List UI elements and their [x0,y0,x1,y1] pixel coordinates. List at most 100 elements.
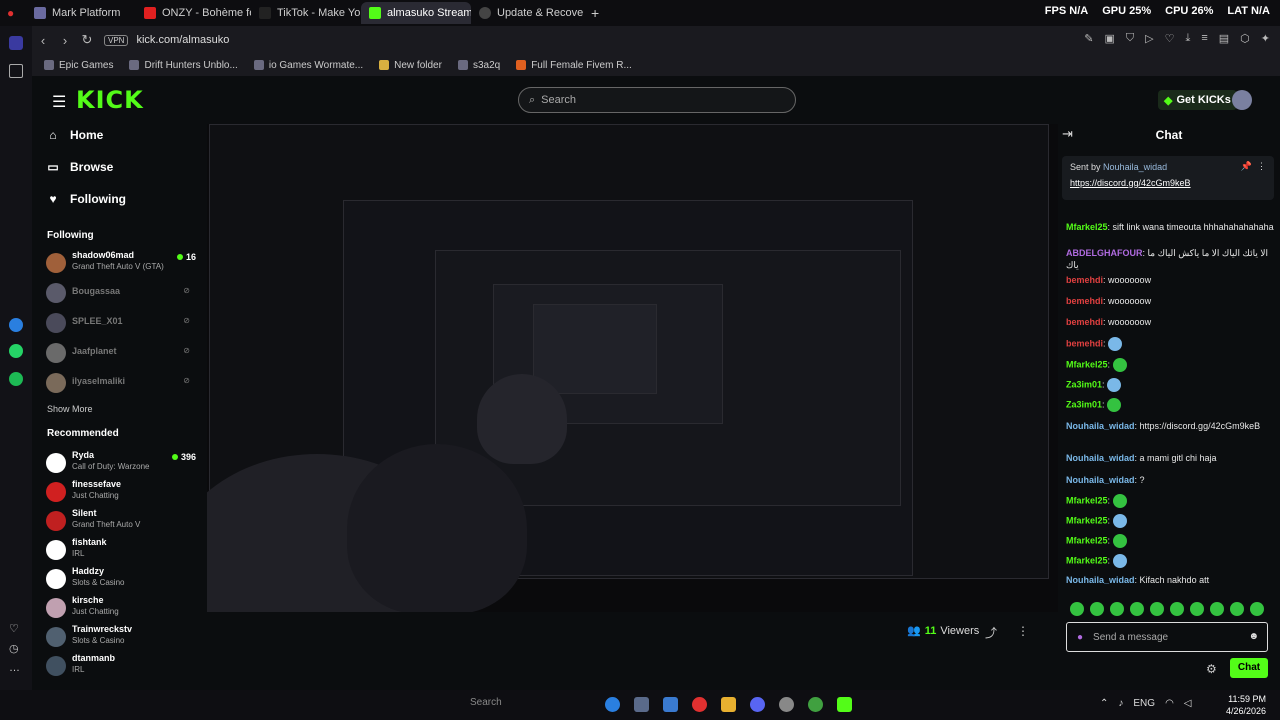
following-channel[interactable]: shadow06mad Grand Theft Auto V (GTA) 16 [46,250,202,276]
wifi-icon[interactable]: ◠ [1165,698,1174,709]
recommended-channel[interactable]: dtanmanb IRL [46,653,202,679]
bookmark-item[interactable]: Epic Games [44,60,113,71]
video-player[interactable] [207,124,1058,612]
nav-browse[interactable]: ▭ Browse [46,160,113,174]
chat-username[interactable]: Mfarkel25 [1066,535,1108,545]
recommended-channel[interactable]: Trainwreckstv Slots & Casino [46,624,202,650]
store-icon[interactable] [634,697,649,712]
chat-username[interactable]: bemehdi [1066,275,1103,285]
discord-icon[interactable] [750,697,765,712]
chat-settings-icon[interactable]: ⚙ [1206,662,1217,676]
recommended-channel[interactable]: Haddzy Slots & Casino [46,566,202,592]
spotify-icon[interactable] [9,372,23,386]
menu-icon[interactable]: ≡ [1201,32,1207,45]
xbox-icon[interactable] [808,697,823,712]
hamburger-menu-icon[interactable]: ☰ [52,92,66,112]
emote-icon[interactable] [1130,602,1144,616]
following-channel[interactable]: ilyaselmaliki ⊘ [46,370,202,396]
browser-menu[interactable]: ● [0,2,26,24]
extensions-icon[interactable]: ⬡ [1240,32,1250,45]
kick-logo[interactable]: KICK [76,86,144,114]
bookmark-item[interactable]: Drift Hunters Unblo... [129,60,238,71]
chat-username[interactable]: Nouhaila_widad [1066,453,1135,463]
bookmark-item[interactable]: s3a2q [457,60,500,71]
aria-icon[interactable]: ✦ [1261,32,1270,45]
edge-icon[interactable] [605,697,620,712]
chat-username[interactable]: ABDELGHAFOUR [1066,248,1143,258]
chat-username[interactable]: Mfarkel25 [1066,495,1108,505]
recommended-channel[interactable]: fishtank IRL [46,537,202,563]
recommended-channel[interactable]: Silent Grand Theft Auto V [46,508,202,534]
following-channel[interactable]: Jaafplanet ⊘ [46,340,202,366]
emote-icon[interactable] [1110,602,1124,616]
emote-icon[interactable] [1250,602,1264,616]
url-field[interactable]: kick.com/almasuko [136,34,229,46]
pinned-link[interactable]: https://discord.gg/42cGm9keB [1070,178,1191,188]
recommended-channel[interactable]: finessefave Just Chatting [46,479,202,505]
vpn-badge[interactable]: VPN [104,34,129,46]
emoji-icon[interactable]: ☻ [1248,631,1259,642]
pinboard-icon[interactable] [9,64,23,78]
opera-icon[interactable] [692,697,707,712]
recommended-channel[interactable]: Ryda Call of Duty: Warzone 396 [46,450,202,476]
bookmark-folder[interactable]: New folder [379,60,442,71]
download-icon[interactable]: ⤓ [1185,32,1190,45]
reload-icon[interactable]: ↻ [76,32,98,48]
share-icon[interactable]: ⤴ [985,624,997,641]
forward-icon[interactable]: › [54,33,76,48]
get-kicks-button[interactable]: ◆ Get KICKs [1158,90,1237,110]
camera-icon[interactable]: ▣ [1104,32,1114,45]
tab-tiktok[interactable]: TikTok - Make Your Day [251,2,361,24]
pinned-username[interactable]: Nouhaila_widad [1103,162,1167,172]
pinned-more-icon[interactable]: ⋮ [1257,161,1266,172]
emote-icon[interactable] [1150,602,1164,616]
chat-message-input[interactable]: ● Send a message ☻ [1066,622,1268,652]
taskbar-clock[interactable]: 11:59 PM 4/26/2026 [1210,693,1266,717]
tab-mark-platform[interactable]: Mark Platform [26,2,136,24]
emote-icon[interactable] [1170,602,1184,616]
whatsapp-icon[interactable] [9,344,23,358]
show-more-link[interactable]: Show More [47,404,93,414]
heart-icon[interactable]: ♡ [9,622,23,636]
kick-app-icon[interactable] [837,697,852,712]
nav-home[interactable]: ⌂ Home [46,128,103,142]
tab-update-recovery[interactable]: Update & Recovery [471,2,583,24]
mic-icon[interactable]: ♪ [1118,698,1123,709]
emote-icon[interactable] [1090,602,1104,616]
chat-username[interactable]: Nouhaila_widad [1066,475,1135,485]
chat-username[interactable]: Mfarkel25 [1066,359,1108,369]
messenger-icon[interactable] [9,318,23,332]
taskbar-search[interactable]: Search [470,697,502,708]
emote-icon[interactable] [1070,602,1084,616]
more-options-icon[interactable]: ⋮ [1017,624,1029,638]
tab-kick-stream[interactable]: almasuko Stream - Watch [361,2,471,24]
send-chat-button[interactable]: Chat [1230,658,1268,678]
emote-icon[interactable] [1230,602,1244,616]
chat-username[interactable]: Mfarkel25 [1066,222,1108,232]
wallet-icon[interactable]: ▤ [1219,32,1229,45]
history-icon[interactable]: ◷ [9,642,23,656]
emote-icon[interactable] [1210,602,1224,616]
following-channel[interactable]: SPLEE_X01 ⊘ [46,310,202,336]
emote-icon[interactable] [1190,602,1204,616]
search-input[interactable]: ⌕ Search [518,87,796,113]
chat-username[interactable]: Za3im01 [1066,379,1102,389]
chat-username[interactable]: Mfarkel25 [1066,555,1108,565]
back-icon[interactable]: ‹ [32,33,54,48]
more-icon[interactable]: … [9,662,23,676]
new-tab-button[interactable]: + [583,2,607,24]
volume-icon[interactable]: ◁ [1184,698,1192,709]
chat-username[interactable]: bemehdi [1066,296,1103,306]
mic-icon[interactable]: ● [1077,632,1083,643]
edit-icon[interactable]: ✎ [1084,32,1093,45]
shield-icon[interactable]: ⛉ [1126,32,1134,45]
bookmark-item[interactable]: Full Female Fivem R... [516,60,632,71]
pin-icon[interactable]: 📌 [1241,161,1252,172]
chat-username[interactable]: Mfarkel25 [1066,515,1108,525]
bookmark-item[interactable]: io Games Wormate... [253,60,363,71]
tab-youtube[interactable]: ONZY - Bohème feat. @7 [136,2,251,24]
chat-username[interactable]: bemehdi [1066,338,1103,348]
play-icon[interactable]: ▷ [1145,32,1153,45]
nav-following[interactable]: ♥ Following [46,192,126,206]
photoshop-icon[interactable] [663,697,678,712]
